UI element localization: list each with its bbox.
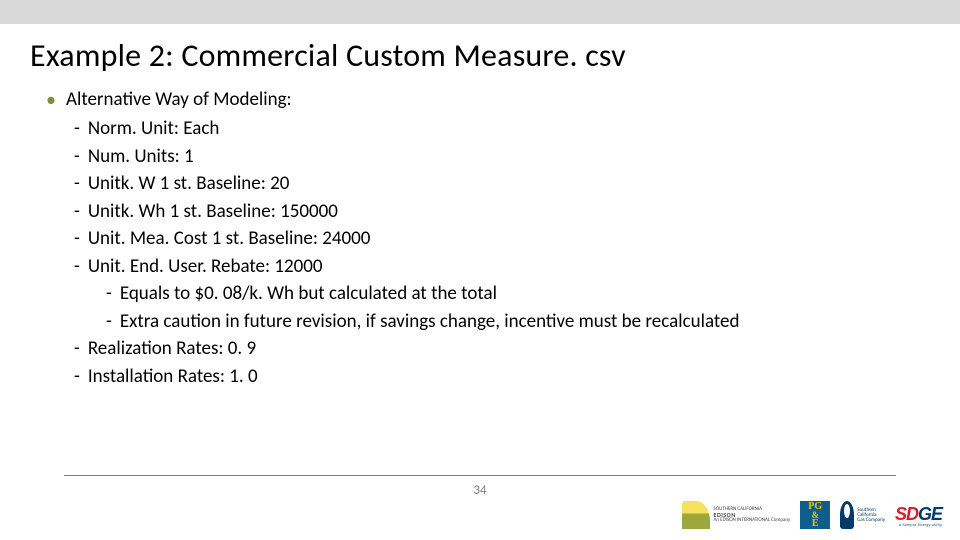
socalgas-text: Southern California Gas Company [857,508,885,523]
sce-icon [682,501,710,529]
logo-sce: SOUTHERN CALIFORNIA EDISON An EDISON INT… [682,500,791,530]
sce-text: SOUTHERN CALIFORNIA EDISON An EDISON INT… [714,507,791,523]
sub-list-item: -Extra caution in future revision, if sa… [106,308,930,336]
sdge-blue: GE [918,504,942,524]
slide-body: • Alternative Way of Modeling: -Norm. Un… [46,86,930,390]
list-item: -Unitk. W 1 st. Baseline: 20 [74,170,930,198]
sdge-sub: A Sempra Energy utility [895,523,942,527]
pge-box: PG & E [800,501,830,529]
dash-icon: - [74,115,80,143]
list-item-text: Norm. Unit: Each [88,115,220,143]
list-item-text: Installation Rates: 1. 0 [88,363,258,391]
page-number: 34 [0,483,960,498]
sdge-red: SD [895,504,918,524]
slide: Example 2: Commercial Custom Measure. cs… [0,0,960,540]
list-item-text: Num. Units: 1 [88,143,194,171]
logo-pge: PG & E [800,500,830,530]
sub-list-item: -Equals to $0. 08/k. Wh but calculated a… [106,280,930,308]
list-item-text: Unitk. W 1 st. Baseline: 20 [88,170,290,198]
title-bar-strip [0,0,960,24]
list-item: -Installation Rates: 1. 0 [74,363,930,391]
dash-icon: - [74,253,80,281]
list-item: -Realization Rates: 0. 9 [74,335,930,363]
bullet-level-1: • Alternative Way of Modeling: [46,86,930,115]
dash-icon: - [74,335,80,363]
dash-icon: - [74,225,80,253]
dash-icon: - [106,308,112,336]
dash-icon: - [74,198,80,226]
list-item-text: Unit. Mea. Cost 1 st. Baseline: 24000 [88,225,371,253]
logo-socalgas: Southern California Gas Company [840,500,885,530]
dash-icon: - [74,363,80,391]
sce-line3: An EDISON INTERNATIONAL Company [714,518,791,523]
dash-icon: - [74,143,80,171]
list-item-text: Realization Rates: 0. 9 [88,335,256,363]
pge-bot: E [812,519,819,528]
bullet-dot-icon: • [46,86,56,115]
socalgas-l3: Gas Company [857,518,885,523]
list-item: -Num. Units: 1 [74,143,930,171]
list-item: -Unit. End. User. Rebate: 12000 [74,253,930,281]
logo-sdge: SDGE A Sempra Energy utility [895,500,942,530]
footer-divider [64,475,896,476]
list-item-text: Unit. End. User. Rebate: 12000 [88,253,323,281]
list-item: -Unitk. Wh 1 st. Baseline: 150000 [74,198,930,226]
sub-list-item-text: Equals to $0. 08/k. Wh but calculated at… [120,280,497,308]
slide-title: Example 2: Commercial Custom Measure. cs… [30,36,626,75]
dash-icon: - [74,170,80,198]
list-item-text: Unitk. Wh 1 st. Baseline: 150000 [88,198,338,226]
bullet-heading-text: Alternative Way of Modeling: [66,86,292,114]
flame-icon [840,501,854,529]
list-item: -Unit. Mea. Cost 1 st. Baseline: 24000 [74,225,930,253]
dash-icon: - [106,280,112,308]
list-item: -Norm. Unit: Each [74,115,930,143]
sub-list-item-text: Extra caution in future revision, if sav… [120,308,740,336]
footer-logos: SOUTHERN CALIFORNIA EDISON An EDISON INT… [682,500,942,530]
sdge-main: SDGE A Sempra Energy utility [895,504,942,527]
